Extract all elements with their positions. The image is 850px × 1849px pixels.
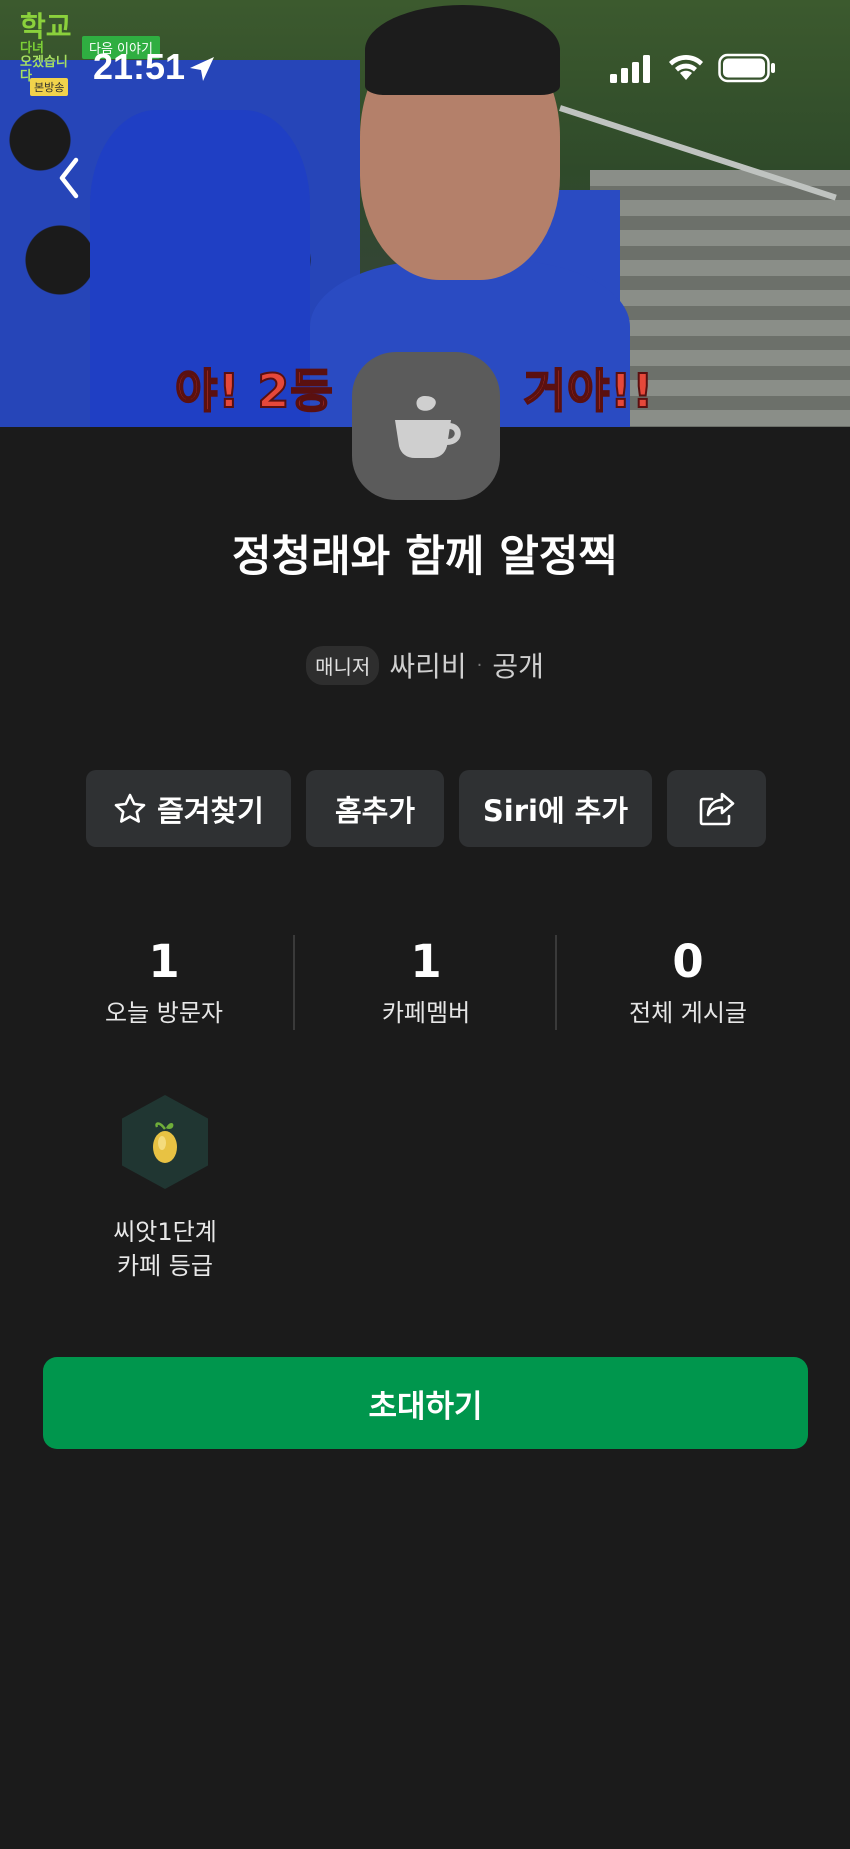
seed-icon	[153, 1122, 177, 1163]
coffee-cup-icon	[395, 396, 461, 458]
stat-label: 카페멤버	[381, 999, 471, 1027]
favorite-button[interactable]: 즐겨찾기	[86, 770, 291, 847]
location-arrow-icon	[190, 57, 214, 81]
cafe-grade[interactable]: 씨앗1단계 카페 등급	[95, 1095, 235, 1283]
cafe-visibility: 공개	[492, 650, 544, 683]
manager-role-badge: 매니저	[306, 645, 380, 685]
stat-all-posts[interactable]: 0 전체 게시글	[557, 935, 819, 1028]
cafe-profile-icon	[352, 352, 500, 500]
stat-value: 1	[148, 935, 180, 988]
program-logo-tag: 본방송	[30, 78, 69, 96]
grade-badge	[122, 1095, 208, 1189]
add-home-label: 홈추가	[334, 793, 416, 828]
grade-label: 카페 등급	[117, 1252, 213, 1280]
wifi-icon	[669, 54, 703, 80]
star-icon	[114, 793, 146, 823]
cafe-title: 정청래와 함께 알정찍	[232, 532, 618, 582]
add-to-siri-button[interactable]: Siri에 추가	[459, 770, 652, 847]
invite-label: 초대하기	[368, 1388, 483, 1425]
add-to-siri-label: Siri에 추가	[482, 793, 629, 828]
stat-today-visitors[interactable]: 1 오늘 방문자	[33, 935, 295, 1028]
cafe-meta: 매니저 싸리비 · 공개	[0, 645, 850, 685]
separator-dot: ·	[476, 654, 483, 676]
manager-name[interactable]: 싸리비	[389, 645, 466, 685]
grade-level: 씨앗1단계	[113, 1218, 217, 1246]
favorite-label: 즐겨찾기	[157, 793, 264, 828]
battery-icon	[718, 53, 775, 83]
stat-cafe-members[interactable]: 1 카페멤버	[295, 935, 557, 1028]
share-icon	[699, 792, 734, 825]
stat-value: 0	[672, 935, 704, 988]
share-button[interactable]	[667, 770, 766, 847]
cafe-stats: 1 오늘 방문자 1 카페멤버 0 전체 게시글	[0, 935, 850, 1030]
invite-button[interactable]: 초대하기	[43, 1357, 808, 1449]
stat-value: 1	[410, 935, 442, 988]
back-chevron-icon[interactable]	[48, 152, 92, 204]
cover-person-hair	[365, 5, 560, 95]
cellular-signal-icon	[610, 55, 650, 83]
stat-label: 전체 게시글	[628, 999, 748, 1027]
add-home-button[interactable]: 홈추가	[306, 770, 444, 847]
stat-label: 오늘 방문자	[104, 999, 224, 1027]
status-time: 21:51	[93, 46, 186, 87]
